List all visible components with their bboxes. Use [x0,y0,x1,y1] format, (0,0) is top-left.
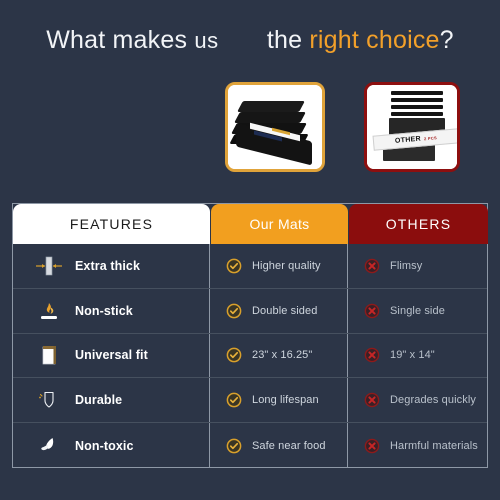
check-circle-icon [223,392,245,408]
others-cell: 19" x 14" [348,334,487,378]
mat-layer [237,101,305,112]
check-circle-icon [223,258,245,274]
others-cell: Flimsy [348,244,487,288]
check-circle-icon [223,303,245,319]
x-circle-icon [361,347,383,363]
feature-cell: Non-stick [13,288,210,333]
feature-cell: Extra thick [13,244,210,288]
feature-label: Durable [75,393,123,408]
our-mats-value: Long lifespan [252,394,319,407]
feature-cell: Universal fit [13,333,210,378]
headline-part1: What makes [46,26,188,54]
other-brand-label-text: OTHER [394,135,422,145]
column-header-features: FEATURES [13,204,210,244]
others-value: Flimsy [390,259,423,272]
our-mats-product-photo [225,82,325,172]
our-mats-cell: Higher quality [210,244,348,288]
table-row: Extra thick Higher quality Flimsy [13,244,487,289]
table-row: Durable Long lifespan Degrades quickly [13,378,487,424]
leaf-non-toxic-icon [23,434,75,458]
other-mat-line [391,112,443,116]
headline-part3: the [266,26,303,54]
others-value: Single side [390,304,445,317]
other-mat-line [391,91,443,95]
headline-accent: right choice [309,26,440,54]
others-cell: Harmful materials [348,423,487,468]
others-illustration: OTHER 2 PCS [367,85,457,169]
others-value: Harmful materials [390,439,478,452]
check-circle-icon [223,438,245,454]
page-title: What makes us the right choice? [0,26,500,55]
feature-label: Universal fit [75,348,148,363]
others-product-photo: OTHER 2 PCS [364,82,460,172]
our-mats-value: Higher quality [252,259,321,272]
other-brand-label-sub: 2 PCS [423,135,438,142]
our-mats-cell: Double sided [210,288,348,333]
other-mat-line [391,98,443,102]
feature-label: Non-toxic [75,438,134,453]
feature-cell: Durable [13,378,210,423]
our-mats-cell: Safe near food [210,423,348,468]
our-mats-cell: 23" x 16.25" [210,333,348,378]
mat-layer [234,112,306,123]
other-mat-line [391,105,443,109]
others-value: Degrades quickly [390,394,476,407]
our-mats-value: 23" x 16.25" [252,349,313,362]
others-value: 19" x 14" [390,349,435,362]
our-mats-value: Safe near food [252,439,326,452]
feature-label: Non-stick [75,303,133,318]
table-row: Universal fit 23" x 16.25" 19" x 14" [13,333,487,379]
our-mats-value: Double sided [252,304,318,317]
shield-durable-icon [23,388,75,412]
column-header-our-mats: Our Mats [211,204,348,244]
x-circle-icon [361,303,383,319]
x-circle-icon [361,392,383,408]
headline-part2: us [194,28,219,53]
universal-fit-sheet-icon [23,343,75,367]
table-row: Non-toxic Safe near food Harmful materia… [13,423,487,468]
column-header-others: OTHERS [349,204,488,244]
our-mats-cell: Long lifespan [210,378,348,423]
infographic-canvas: What makes us the right choice? OTHER 2 … [0,0,500,500]
feature-label: Extra thick [75,258,141,273]
non-stick-pan-icon [23,299,75,323]
table-header-row: FEATURES Our Mats OTHERS [13,204,488,244]
comparison-table: FEATURES Our Mats OTHERS Extra thick Hig… [12,203,488,468]
table-body: Extra thick Higher quality Flimsy Non-st… [13,244,487,468]
thickness-caliper-icon [23,255,75,277]
others-cell: Degrades quickly [348,378,487,422]
headline-suffix: ? [439,26,454,54]
others-cell: Single side [348,289,487,333]
x-circle-icon [361,438,383,454]
check-circle-icon [223,347,245,363]
our-mats-illustration [228,85,322,169]
table-row: Non-stick Double sided Single side [13,288,487,334]
feature-cell: Non-toxic [13,423,210,468]
x-circle-icon [361,258,383,274]
